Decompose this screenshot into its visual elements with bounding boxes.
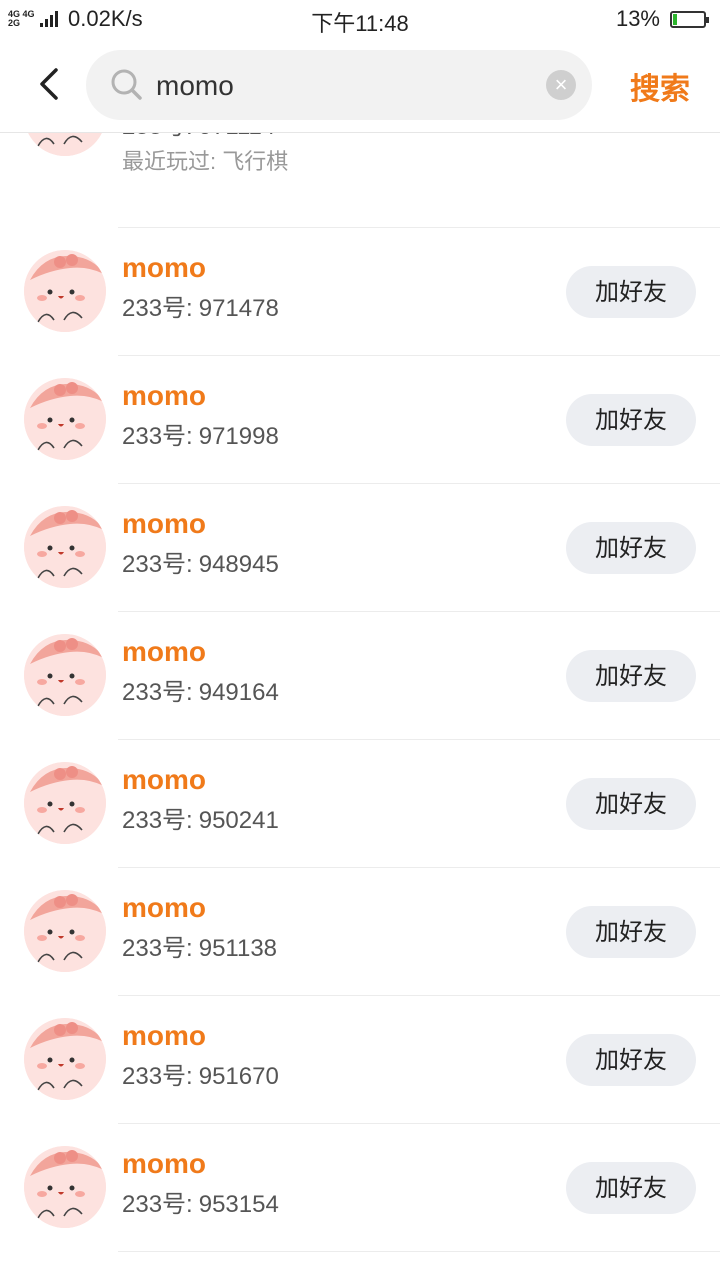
avatar[interactable] xyxy=(24,250,106,332)
result-row[interactable]: momo 233号: 971478 加好友 xyxy=(0,228,720,356)
add-friend-button[interactable]: 加好友 xyxy=(566,906,696,958)
avatar[interactable] xyxy=(24,132,106,156)
account-number: 233号: 950241 xyxy=(122,800,279,835)
account-number-value: 948945 xyxy=(198,551,279,578)
battery-percent: 13% xyxy=(615,6,660,31)
result-name: momo xyxy=(122,764,206,795)
search-button[interactable]: 搜索 xyxy=(630,64,690,108)
account-number: 233号: 951138 xyxy=(122,928,277,963)
add-friend-button[interactable]: 加好友 xyxy=(566,778,696,830)
result-row[interactable]: momo 233号: 948945 加好友 xyxy=(0,484,720,612)
result-name: momo xyxy=(122,252,206,283)
avatar[interactable] xyxy=(24,634,106,716)
account-number-value: 971998 xyxy=(198,423,279,450)
search-input[interactable]: momo xyxy=(156,70,234,102)
account-number-value: 949164 xyxy=(198,679,279,706)
clear-icon[interactable]: × xyxy=(546,70,576,100)
account-number-label: 233号: xyxy=(122,132,193,140)
back-arrow-icon[interactable] xyxy=(30,64,70,104)
avatar[interactable] xyxy=(24,378,106,460)
charging-icon: ⚡ xyxy=(683,10,693,27)
result-row[interactable]: momo 233号: 953154 加好友 xyxy=(0,1124,720,1252)
status-bar: 4G 4G 2G 0.02K/s 下午11:48 13% ⚡ xyxy=(0,0,720,38)
account-number-value: 971478 xyxy=(198,295,279,322)
account-number-label: 233号: xyxy=(122,679,193,706)
account-number-label: 233号: xyxy=(122,295,193,322)
row-divider xyxy=(118,1251,720,1252)
avatar[interactable] xyxy=(24,1146,106,1228)
avatar[interactable] xyxy=(24,762,106,844)
account-number: 233号: 953154 xyxy=(122,1184,279,1219)
add-friend-button[interactable]: 加好友 xyxy=(566,522,696,574)
account-number: 233号: 951670 xyxy=(122,1056,279,1091)
account-number-label: 233号: xyxy=(122,935,193,962)
account-number-label: 233号: xyxy=(122,1191,193,1218)
status-time: 下午11:48 xyxy=(311,11,409,36)
result-name: momo xyxy=(122,1020,206,1051)
result-row[interactable]: momo 233号: 951138 加好友 xyxy=(0,868,720,996)
account-number: 233号: 949164 xyxy=(122,672,279,707)
account-number: 233号: 971114 xyxy=(122,132,275,141)
account-number-label: 233号: xyxy=(122,807,193,834)
result-name: momo xyxy=(122,636,206,667)
battery-fill xyxy=(673,13,678,25)
account-number-value: 953154 xyxy=(198,1191,279,1218)
add-friend-button[interactable]: 加好友 xyxy=(566,394,696,446)
search-box[interactable]: momo × xyxy=(86,50,592,120)
account-number: 233号: 971478 xyxy=(122,288,279,323)
add-friend-button[interactable]: 加好友 xyxy=(566,266,696,318)
result-row[interactable]: momo 233号: 949164 加好友 xyxy=(0,612,720,740)
account-number-label: 233号: xyxy=(122,1063,193,1090)
search-header: momo × 搜索 xyxy=(0,38,720,133)
search-icon xyxy=(111,69,142,100)
avatar[interactable] xyxy=(24,890,106,972)
result-name: momo xyxy=(122,1148,206,1179)
account-number-value: 971114 xyxy=(199,132,276,140)
result-name: momo xyxy=(122,508,206,539)
result-row[interactable]: 233号:971114最近玩过: 飞行棋加好友momo xyxy=(0,132,720,228)
add-friend-button[interactable]: 加好友 xyxy=(566,1162,696,1214)
account-number-label: 233号: xyxy=(122,551,193,578)
account-number-value: 951670 xyxy=(198,1063,279,1090)
recently-played: 最近玩过: 飞行棋 xyxy=(122,149,289,174)
result-row[interactable]: momo 233号: 951670 加好友 xyxy=(0,996,720,1124)
account-number: 233号: 948945 xyxy=(122,544,279,579)
result-row[interactable]: momo 233号: 971998 加好友 xyxy=(0,356,720,484)
battery-icon: ⚡ xyxy=(670,10,709,28)
account-number-value: 951138 xyxy=(198,935,278,962)
result-list: 233号:971114最近玩过: 飞行棋加好友momomomo233号:9714… xyxy=(0,132,720,1280)
result-row[interactable]: momo 233号: 950241 加好友 xyxy=(0,740,720,868)
status-right: 13% ⚡ xyxy=(615,6,709,32)
account-number-value: 950241 xyxy=(198,807,279,834)
result-name: momo xyxy=(122,892,206,923)
result-name: momo xyxy=(122,380,206,411)
account-number-label: 233号: xyxy=(122,423,193,450)
avatar[interactable] xyxy=(24,506,106,588)
add-friend-button[interactable]: 加好友 xyxy=(566,1034,696,1086)
add-friend-button[interactable]: 加好友 xyxy=(566,650,696,702)
avatar[interactable] xyxy=(24,1018,106,1100)
account-number: 233号: 971998 xyxy=(122,416,279,451)
